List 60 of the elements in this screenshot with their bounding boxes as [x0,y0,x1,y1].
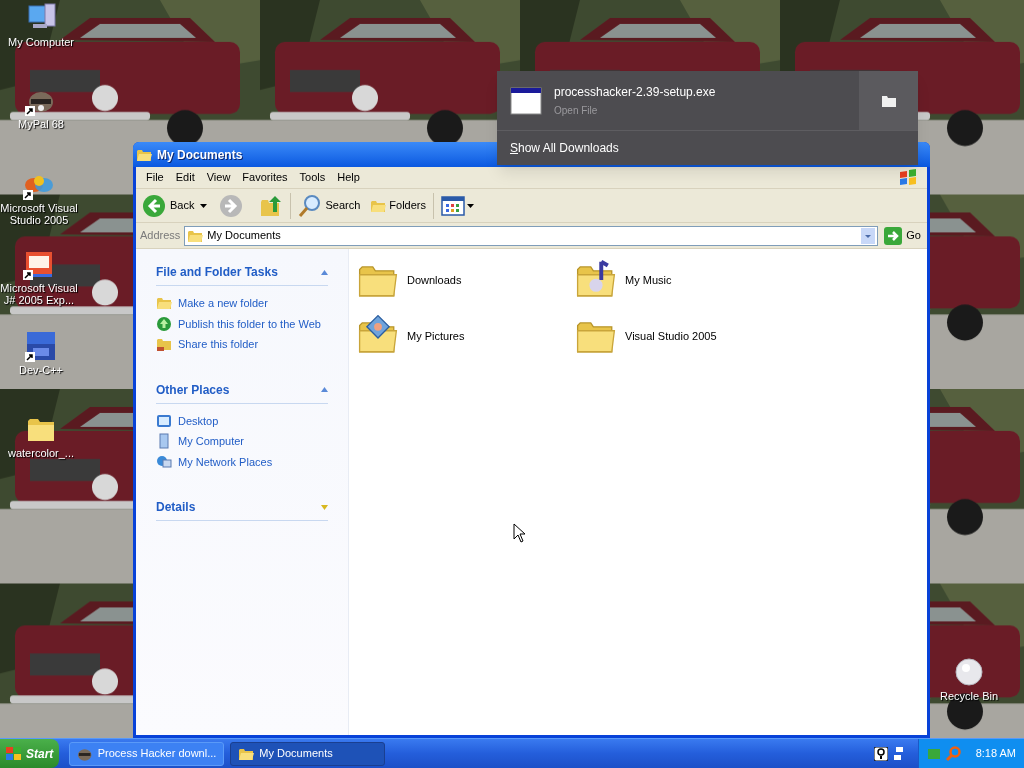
window-title: My Documents [157,146,243,164]
clock: 8:18 AM [975,746,1016,762]
network-icon [156,453,172,470]
task-link[interactable]: Desktop [178,412,219,429]
task-link[interactable]: Share this folder [178,336,259,353]
folder-name[interactable]: Downloads [407,271,462,289]
address-label: Address [140,228,181,244]
address-field[interactable]: My Documents [184,225,879,246]
go-button[interactable]: Go [882,226,923,245]
show-in-folder-button[interactable] [859,71,918,130]
recycle-bin-icon [953,656,985,688]
views-grid-icon [441,195,465,216]
menu-item[interactable]: File [140,169,170,186]
taskbar-button[interactable]: My Documents [230,741,386,766]
windows-flag-icon [6,746,22,761]
desktop-icon [156,412,172,429]
menu-item[interactable]: View [200,169,237,186]
desktop-icon-label[interactable]: Recycle Bin [939,690,999,702]
help-icon[interactable] [874,746,888,761]
show-all-downloads-link[interactable]: Show All Downloads [497,131,918,165]
desktop-icon-label[interactable]: Microsoft Visual Studio 2005 [0,202,78,226]
search-icon [298,193,323,218]
section-header[interactable]: Other Places [156,380,230,399]
menu-item[interactable]: Tools [293,169,332,186]
task-link[interactable]: Make a new folder [178,295,268,312]
task-link[interactable]: My Computer [178,433,245,450]
desktop-icon-label[interactable]: watercolor_... [8,447,74,459]
taskbar-button[interactable]: Process Hacker downl... [69,741,225,766]
task-link[interactable]: Publish this folder to the Web [178,315,321,332]
shared-folder-icon [156,336,172,353]
collapse-arrow-icon[interactable] [321,387,328,392]
folder-name[interactable]: Visual Studio 2005 [625,327,717,345]
download-file-name[interactable]: processhacker-2.39-setup.exe [554,83,716,101]
collapse-arrow-icon[interactable] [321,269,328,275]
start-button[interactable]: Start [0,739,60,768]
windows-flag-icon [897,167,919,188]
application-window-icon [510,86,542,115]
up-folder-icon[interactable] [259,193,284,218]
menu-item[interactable]: Edit [169,169,201,186]
task-link[interactable]: My Network Places [178,453,273,470]
folder-name[interactable]: My Pictures [407,327,465,345]
menu-item[interactable]: Help [331,169,366,186]
mouse-cursor-icon [513,523,526,543]
folder-name[interactable]: My Music [625,271,672,289]
desktop-icon-label[interactable]: Microsoft Visual J# 2005 Exp... [0,282,78,306]
menu-item[interactable]: Favorites [236,169,294,186]
views-button[interactable] [441,195,474,216]
search-button[interactable]: Search [298,193,361,218]
folder-icon [881,94,896,107]
computer-icon [156,433,172,450]
dropdown-arrow-icon [467,203,474,208]
expand-arrow-icon[interactable] [321,504,328,510]
back-button[interactable]: Back [142,193,197,218]
section-header[interactable]: Details [156,498,196,516]
folder-icon [156,295,172,312]
folders-button[interactable]: Folders [370,197,426,214]
section-header[interactable]: File and Folder Tasks [156,263,278,281]
desktop-icon-label[interactable]: My Computer [8,36,74,48]
network-monitors-icon[interactable] [894,745,904,762]
dropdown-arrow-icon[interactable] [200,203,208,208]
